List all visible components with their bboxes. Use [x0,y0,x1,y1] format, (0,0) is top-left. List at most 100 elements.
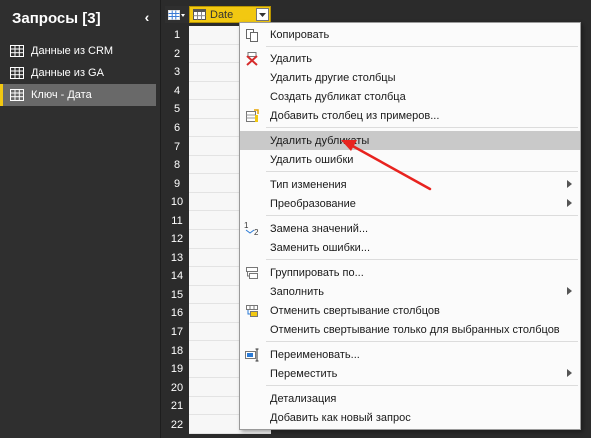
queries-pane: Запросы [3] ‹ Данные из CRM Данные из GA [0,0,160,438]
menu-item-label: Удалить ошибки [270,153,354,166]
submenu-arrow-icon [567,369,572,377]
menu-item-label: Копировать [270,28,330,41]
menu-item-copy[interactable]: Копировать [240,25,580,44]
query-list: Данные из CRM Данные из GA Ключ - Дата [0,40,160,106]
menu-item-replace-values[interactable]: 12 Замена значений... [240,219,580,238]
copy-icon [244,27,260,42]
menu-item-transform[interactable]: Преобразование [240,194,580,213]
menu-separator [266,46,578,47]
menu-item-label: Переместить [270,367,338,380]
row-number: 7 [165,137,189,156]
row-number: 19 [165,359,189,379]
menu-item-label: Замена значений... [270,222,369,235]
menu-item-label: Заполнить [270,285,325,298]
menu-item-add-column-from-examples[interactable]: Добавить столбец из примеров... [240,106,580,125]
row-number: 13 [165,248,189,268]
menu-separator [266,259,578,260]
table-icon [10,89,24,101]
row-number: 11 [165,211,189,231]
menu-item-label: Удалить дубликаты [270,134,370,147]
chevron-down-icon [259,12,266,17]
queries-pane-title: Запросы [3] [12,9,101,27]
menu-item-label: Переименовать... [270,348,360,361]
date-type-icon [193,9,206,20]
row-number: 20 [165,378,189,397]
row-number: 4 [165,81,189,101]
rename-icon [244,347,260,362]
menu-item-label: Отменить свертывание столбцов [270,304,440,317]
table-menu-icon[interactable] [165,6,189,23]
submenu-arrow-icon [567,287,572,295]
menu-item-label: Группировать по... [270,266,364,279]
svg-text:2: 2 [254,228,259,236]
delete-icon [244,51,260,66]
menu-item-unpivot-columns[interactable]: Отменить свертывание столбцов [240,301,580,320]
row-number: 22 [165,415,189,435]
menu-item-label: Заменить ошибки... [270,241,370,254]
menu-item-remove-duplicates[interactable]: Удалить дубликаты [240,131,580,150]
row-number: 18 [165,341,189,360]
menu-item-duplicate-column[interactable]: Создать дубликат столбца [240,87,580,106]
row-number: 9 [165,174,189,193]
query-item-key-date[interactable]: Ключ - Дата [0,84,156,106]
query-item-crm[interactable]: Данные из CRM [0,40,156,62]
row-number: 10 [165,192,189,212]
column-header-label: Date [210,8,234,21]
row-number: 12 [165,230,189,249]
menu-item-change-type[interactable]: Тип изменения [240,175,580,194]
unpivot-icon [244,303,260,318]
menu-item-remove-errors[interactable]: Удалить ошибки [240,150,580,169]
table-icon [10,67,24,79]
menu-item-drill-down[interactable]: Детализация [240,389,580,408]
collapse-pane-icon[interactable]: ‹ [141,9,153,25]
table-icon [10,45,24,57]
query-item-label: Ключ - Дата [31,89,92,101]
row-number: 2 [165,44,189,64]
menu-item-replace-errors[interactable]: Заменить ошибки... [240,238,580,257]
row-number: 21 [165,396,189,416]
menu-item-label: Преобразование [270,197,356,210]
row-number: 1 [165,26,189,45]
query-item-label: Данные из CRM [31,45,114,57]
row-number: 17 [165,322,189,342]
menu-separator [266,341,578,342]
submenu-arrow-icon [567,199,572,207]
row-number: 6 [165,118,189,138]
queries-pane-header: Запросы [3] [0,0,160,36]
menu-item-unpivot-only-selected[interactable]: Отменить свертывание только для выбранны… [240,320,580,339]
grid-header: Date [165,6,271,23]
menu-separator [266,215,578,216]
query-item-ga[interactable]: Данные из GA [0,62,156,84]
row-number: 15 [165,285,189,305]
menu-item-label: Создать дубликат столбца [270,90,406,103]
table-grid-icon [168,9,185,20]
menu-item-label: Добавить столбец из примеров... [270,109,440,122]
menu-item-remove[interactable]: Удалить [240,49,580,68]
menu-item-label: Добавить как новый запрос [270,411,411,424]
row-number: 14 [165,267,189,286]
replace-values-icon: 12 [244,221,260,236]
menu-item-label: Детализация [270,392,337,405]
column-context-menu: Копировать Удалить Удалить другие столбц… [239,22,581,430]
column-filter-dropdown[interactable] [256,8,269,21]
menu-item-add-as-new-query[interactable]: Добавить как новый запрос [240,408,580,427]
menu-separator [266,171,578,172]
column-from-examples-icon [244,108,260,123]
column-header-date[interactable]: Date [189,6,271,23]
group-by-icon [244,265,260,280]
row-number: 3 [165,63,189,82]
row-number: 5 [165,100,189,119]
menu-item-label: Удалить [270,52,312,65]
row-number: 8 [165,155,189,175]
menu-separator [266,385,578,386]
query-item-label: Данные из GA [31,67,104,79]
menu-item-group-by[interactable]: Группировать по... [240,263,580,282]
menu-item-remove-other-columns[interactable]: Удалить другие столбцы [240,68,580,87]
menu-separator [266,127,578,128]
menu-item-rename[interactable]: Переименовать... [240,345,580,364]
menu-item-fill[interactable]: Заполнить [240,282,580,301]
menu-item-label: Удалить другие столбцы [270,71,396,84]
svg-text:1: 1 [244,221,249,230]
menu-item-move[interactable]: Переместить [240,364,580,383]
row-number: 16 [165,304,189,323]
